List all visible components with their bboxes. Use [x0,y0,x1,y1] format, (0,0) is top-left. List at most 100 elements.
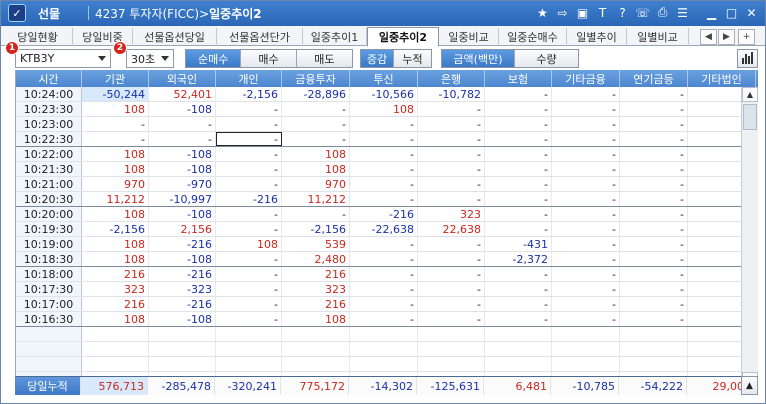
column-header[interactable]: 은행 [418,70,485,87]
value-cell: - [282,117,350,131]
tab-futures-options-price[interactable]: 선물옵션단가 [217,28,303,46]
value-cell: - [485,312,552,326]
table-row[interactable]: 10:24:00 -50,244 52,401 -2,156 -28,896 -10,56… [16,87,758,102]
maximize-icon[interactable]: □ [723,4,740,21]
time-cell: 10:17:00 [16,297,82,311]
help-icon[interactable]: ? [614,4,631,21]
tab-prev-icon[interactable]: ◀ [700,29,717,45]
sell-button[interactable]: 매도 [296,50,353,67]
print-icon[interactable]: ⎙ [654,4,671,21]
value-cell: -2,156 [82,222,149,236]
screen-code: 4237 [95,6,126,21]
tab-daily-compare[interactable]: 일별비교 [627,28,689,46]
tab-intraday-netbuy[interactable]: 일중순매수 [499,28,567,46]
lock-icon[interactable]: ▣ [574,4,591,21]
tab-next-icon[interactable]: ▶ [718,29,735,45]
value-cell: - [485,177,552,191]
change-button[interactable]: 증감 [361,50,395,67]
tab-intraday-compare[interactable]: 일중비교 [439,28,499,46]
time-cell: 10:20:30 [16,192,82,206]
column-header[interactable]: 투신 [350,70,418,87]
tab-intraday-2[interactable]: 일중추이2 [367,27,439,47]
value-cell: - [350,267,418,281]
table-row[interactable] [16,342,758,357]
value-cell: -10,782 [418,87,485,101]
export-icon[interactable]: ⇨ [554,4,571,21]
scroll-thumb[interactable] [743,104,757,130]
table-row[interactable]: 10:19:00108-216108539---431--- [16,237,758,252]
tab-futures-options-daily[interactable]: 선물옵션당일 [133,28,217,46]
footer-toggle-icon[interactable]: ▲ [741,376,758,395]
text-icon[interactable]: T [594,4,611,21]
value-cell: - [552,102,620,116]
interval-value: 30초 [131,52,156,66]
phone-icon[interactable]: ☏ [634,4,651,21]
value-cell [216,327,282,341]
chevron-down-icon [98,56,106,61]
table-row[interactable]: 10:23:00---------- [16,117,758,132]
chart-icon[interactable] [737,49,758,68]
interval-select[interactable]: 30초 [126,49,174,68]
total-cell: -285,478 [148,377,215,395]
column-header[interactable]: 기관 [82,70,149,87]
net-buy-button[interactable]: 순매수 [186,50,242,67]
table-row[interactable]: 10:23:30108-108--108----- [16,102,758,117]
value-cell: - [620,162,688,176]
buy-button[interactable]: 매수 [241,50,297,67]
grid-body[interactable]: 10:24:00 -50,244 52,401 -2,156 -28,896 -10,56… [16,87,758,387]
value-cell: 52,401 [149,87,216,101]
window-title: 4237 투자자(FICC)>일중추이2 [95,5,262,22]
table-row[interactable]: 10:17:30323-323-323------ [16,282,758,297]
tab-daily-trend[interactable]: 일별추이 [567,28,627,46]
star-icon[interactable]: ★ [534,4,551,21]
tab-add-icon[interactable]: + [738,29,755,45]
table-row[interactable] [16,327,758,342]
time-cell [16,357,82,371]
time-cell: 10:18:30 [16,252,82,266]
amount-button[interactable]: 금액(백만) [442,50,515,67]
time-cell: 10:23:00 [16,117,82,131]
column-header[interactable]: 보험 [485,70,552,87]
value-cell [82,327,149,341]
column-header[interactable]: 시간 [16,70,82,87]
minimize-icon[interactable]: ▁ [703,4,720,21]
table-row[interactable]: 10:21:00970-970-970------ [16,177,758,192]
column-header[interactable]: 외국인 [149,70,216,87]
quantity-button[interactable]: 수량 [514,50,578,67]
vertical-scrollbar[interactable]: ▲ ▼ [741,87,758,387]
value-cell: 108 [82,312,149,326]
table-row[interactable]: 10:18:30108-108-2,480---2,372--- [16,252,758,267]
value-cell: - [552,162,620,176]
table-row[interactable]: 10:17:00216-216-216------ [16,297,758,312]
value-cell: - [216,252,282,266]
close-icon[interactable]: ✕ [743,4,760,21]
product-select[interactable]: KTB3Y [15,49,111,68]
scroll-up-icon[interactable]: ▲ [742,87,758,102]
value-cell: - [418,192,485,206]
value-cell: -108 [149,207,216,221]
column-header[interactable]: 기타금융 [552,70,620,87]
table-row[interactable]: 10:21:30108-108-108------ [16,162,758,177]
tab-intraday-1[interactable]: 일중추이1 [303,28,367,46]
column-header[interactable]: 개인 [216,70,282,87]
value-cell [350,342,418,356]
table-row[interactable]: 10:22:00108-108-108------ [16,147,758,162]
cumulative-button[interactable]: 누적 [394,50,431,67]
value-cell [418,327,485,341]
column-header[interactable]: 연기금등 [620,70,688,87]
menu-icon[interactable]: ☰ [674,4,691,21]
value-cell: -970 [149,177,216,191]
table-row[interactable]: 10:20:00108-108---216323---- [16,207,758,222]
table-row[interactable] [16,357,758,372]
column-header[interactable]: 금융투자 [282,70,350,87]
table-row[interactable]: 10:18:00216-216-216------ [16,267,758,282]
value-cell [282,327,350,341]
table-row[interactable]: 10:22:30---------- [16,132,758,147]
trade-type-toggle: 순매수 매수 매도 [185,49,353,68]
table-row[interactable]: 10:20:3011,212-10,997-21611,212------ [16,192,758,207]
table-row[interactable]: 10:16:30108-108-108------ [16,312,758,327]
value-cell: 2,156 [149,222,216,236]
table-row[interactable]: 10:19:30 -2,156 2,156- -2,156 -22,638 22,638-… [16,222,758,237]
column-header[interactable]: 기타법인 [688,70,756,87]
title-icons: ★ ⇨ ▣ T ? ☏ ⎙ ☰ ▁ □ ✕ [534,4,760,21]
